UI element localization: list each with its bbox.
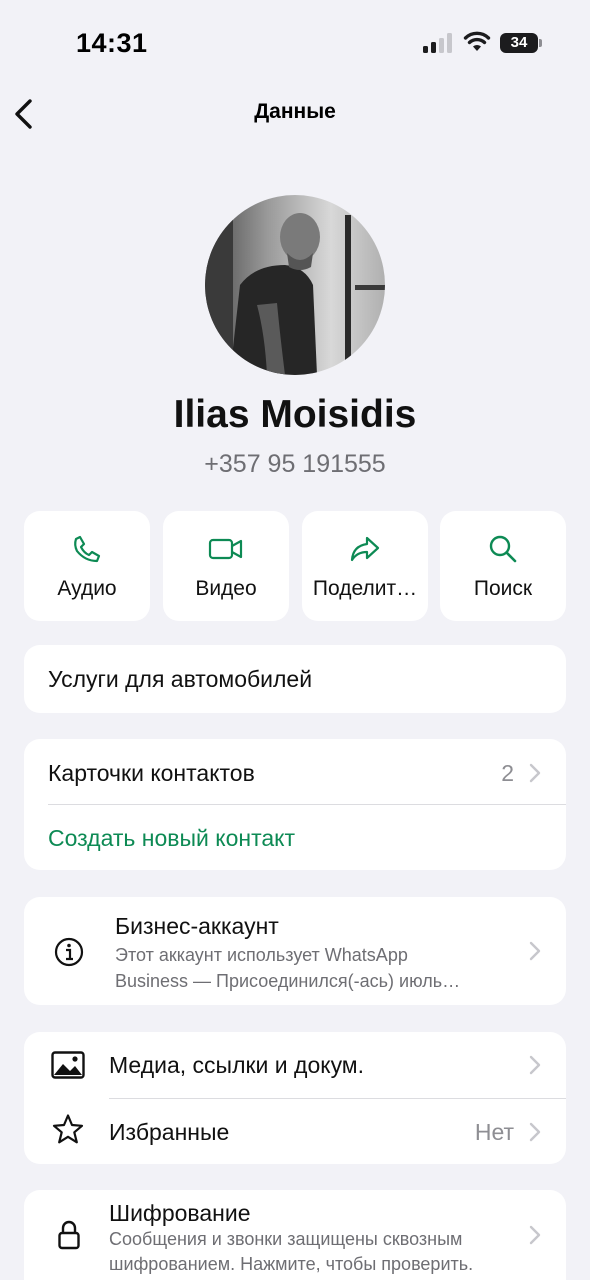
share-button[interactable]: Поделит… [302, 511, 428, 621]
lock-icon [58, 1220, 80, 1250]
chevron-right-icon [529, 1055, 541, 1075]
video-call-label: Видео [195, 577, 257, 600]
media-links-docs-label: Медиа, ссылки и докум. [109, 1052, 365, 1078]
video-icon [208, 538, 243, 560]
image-icon [51, 1051, 85, 1079]
share-icon [350, 536, 380, 562]
share-label: Поделит… [312, 577, 418, 600]
battery-cap [539, 39, 542, 47]
battery-icon: 34 [500, 33, 538, 53]
contact-cards-section: Карточки контактов 2 Создать новый конта… [24, 739, 566, 870]
search-icon [489, 535, 517, 563]
chevron-right-icon [529, 941, 541, 961]
business-category: Услуги для автомобилей [48, 666, 313, 692]
battery-level: 34 [510, 34, 528, 51]
signal-icon [423, 33, 453, 53]
avatar[interactable] [205, 195, 385, 375]
business-account-title: Бизнес-аккаунт [115, 913, 279, 939]
contact-phone[interactable]: +357 95 191555 [0, 450, 590, 479]
wifi-icon [463, 31, 491, 51]
chevron-right-icon [529, 1122, 541, 1142]
search-button[interactable]: Поиск [440, 511, 566, 621]
nav-bar: Данные [0, 90, 590, 138]
business-account-card[interactable]: Бизнес-аккаунт Этот аккаунт использует W… [24, 897, 566, 1005]
business-account-line1: Этот аккаунт использует WhatsApp [115, 945, 408, 965]
create-contact-link[interactable]: Создать новый контакт [48, 825, 295, 852]
media-links-docs-row[interactable]: Медиа, ссылки и докум. [24, 1032, 566, 1098]
encryption-card[interactable]: Шифрование Сообщения и звонки защищены с… [24, 1190, 566, 1280]
chevron-right-icon [529, 763, 541, 783]
business-account-line2: Business — Присоединился(-ась) июль… [115, 971, 461, 991]
star-icon [52, 1114, 84, 1144]
media-section: Медиа, ссылки и докум. Избранные Нет [24, 1032, 566, 1164]
contact-cards-label: Карточки контактов [48, 760, 255, 786]
encryption-title: Шифрование [109, 1200, 251, 1226]
encryption-line1: Сообщения и звонки защищены сквозным [109, 1229, 463, 1249]
chevron-right-icon [529, 1225, 541, 1245]
starred-value: Нет [474, 1119, 514, 1145]
phone-icon [74, 535, 101, 563]
contact-cards-row[interactable]: Карточки контактов 2 [24, 739, 566, 804]
audio-call-label: Аудио [57, 577, 117, 600]
search-label: Поиск [473, 577, 533, 600]
audio-call-button[interactable]: Аудио [24, 511, 150, 621]
video-call-button[interactable]: Видео [163, 511, 289, 621]
contact-name: Ilias Moisidis [173, 393, 417, 436]
business-category-card: Услуги для автомобилей [24, 645, 566, 713]
create-contact-row[interactable]: Создать новый контакт [24, 805, 566, 870]
info-icon [54, 937, 84, 967]
encryption-line2: шифрованием. Нажмите, чтобы проверить. [109, 1254, 474, 1274]
status-time: 14:31 [76, 28, 148, 58]
contact-cards-count: 2 [501, 760, 514, 786]
starred-label: Избранные [109, 1119, 230, 1145]
status-bar: 14:31 34 [0, 0, 590, 90]
starred-messages-row[interactable]: Избранные Нет [24, 1099, 566, 1164]
page-title: Данные [254, 100, 336, 123]
